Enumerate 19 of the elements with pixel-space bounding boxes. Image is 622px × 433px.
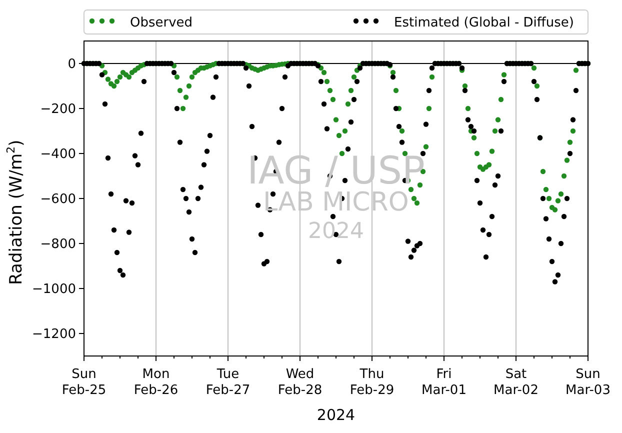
tick-label: Sun Mar-03 (566, 367, 610, 398)
tick-label: Thu Feb-29 (350, 367, 394, 398)
legend-label: Observed (130, 16, 193, 30)
tick-label: Mon Feb-26 (134, 367, 178, 398)
axis-title: 2024 (316, 406, 356, 424)
tick-label: −200 (40, 102, 76, 117)
tick-label: −1000 (32, 282, 76, 297)
tick-label: 0 (68, 57, 76, 72)
tick-label: Fri Mar-01 (422, 367, 466, 398)
tick-label: −800 (40, 237, 76, 252)
tick-label: −1200 (32, 327, 76, 342)
tick-label: Tue Feb-27 (206, 367, 250, 398)
tick-label: Sat Mar-02 (494, 367, 538, 398)
tick-label: −600 (40, 192, 76, 207)
watermark-text: 2024 (308, 218, 364, 244)
tick-label: −400 (40, 147, 76, 162)
legend-label: Estimated (Global - Diffuse) (394, 16, 574, 30)
tick-label: Sun Feb-25 (62, 367, 106, 398)
tick-label: Wed Feb-28 (278, 367, 322, 398)
